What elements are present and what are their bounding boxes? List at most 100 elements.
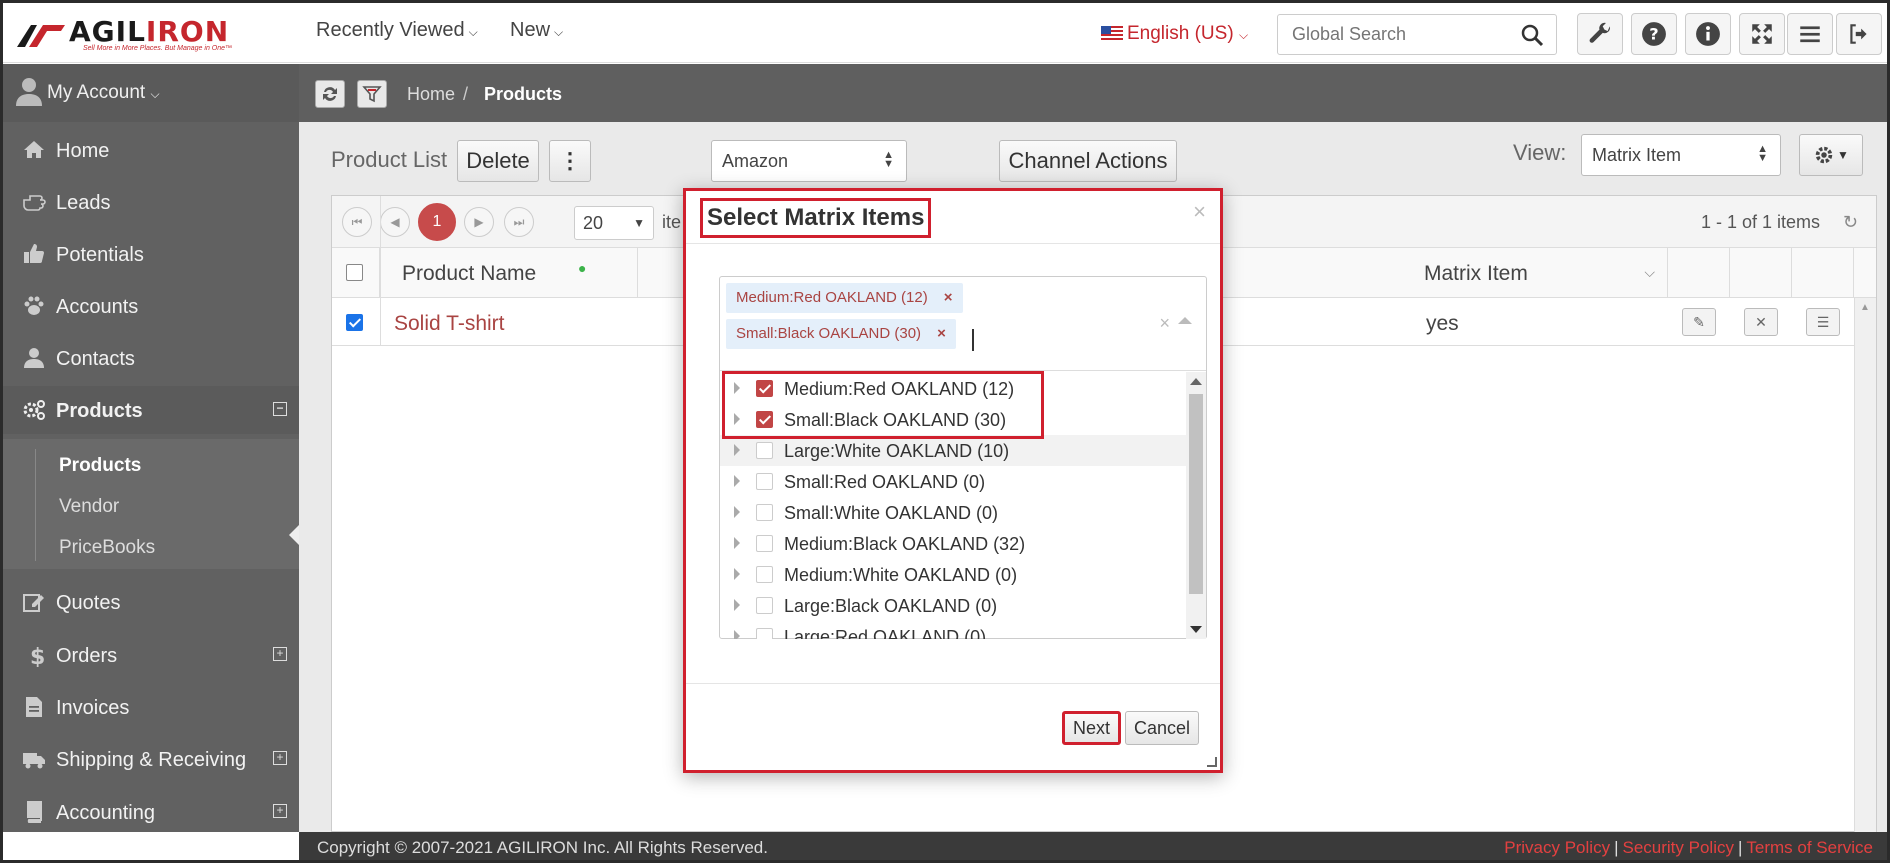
sidebar-item-potentials[interactable]: Potentials xyxy=(3,230,299,278)
collapse-dropdown-icon[interactable] xyxy=(1178,317,1192,324)
list-item[interactable]: Large:White OAKLAND (10) xyxy=(720,435,1186,466)
option-checkbox[interactable] xyxy=(756,628,773,639)
expand-arrow-icon[interactable] xyxy=(734,630,740,639)
recently-viewed-menu[interactable]: Recently Viewed ⌵ xyxy=(316,19,478,42)
privacy-policy-link[interactable]: Privacy Policy xyxy=(1504,838,1610,857)
clear-selection-icon[interactable]: × xyxy=(1159,313,1170,334)
submenu-item-products[interactable]: Products xyxy=(59,455,141,477)
option-checkbox[interactable] xyxy=(756,411,773,428)
list-item[interactable]: Medium:Black OAKLAND (32) xyxy=(720,528,1186,559)
expand-icon[interactable]: + xyxy=(273,647,287,661)
edit-row-button[interactable]: ✎ xyxy=(1682,308,1716,336)
list-item[interactable]: Medium:White OAKLAND (0) xyxy=(720,559,1186,590)
expand-icon[interactable]: + xyxy=(273,804,287,818)
row-menu-button[interactable]: ☰ xyxy=(1806,308,1840,336)
submenu-item-pricebooks[interactable]: PriceBooks xyxy=(59,537,155,559)
list-item[interactable]: Small:Red OAKLAND (0) xyxy=(720,466,1186,497)
option-checkbox[interactable] xyxy=(756,504,773,521)
list-item[interactable]: Small:White OAKLAND (0) xyxy=(720,497,1186,528)
channel-actions-button[interactable]: Channel Actions xyxy=(999,140,1177,182)
refresh-icon[interactable]: ↻ xyxy=(1843,212,1858,233)
remove-tag-icon[interactable]: × xyxy=(937,325,946,342)
prev-page-button[interactable]: ◀ xyxy=(380,207,410,237)
expand-arrow-icon[interactable] xyxy=(734,444,740,456)
first-page-button[interactable]: ⏮ xyxy=(342,207,372,237)
expand-arrow-icon[interactable] xyxy=(734,537,740,549)
expand-arrow-icon[interactable] xyxy=(734,599,740,611)
security-policy-link[interactable]: Security Policy xyxy=(1623,838,1734,857)
next-page-button[interactable]: ▶ xyxy=(464,207,494,237)
expand-arrow-icon[interactable] xyxy=(734,568,740,580)
sort-arrows-icon: ▲ ▼ xyxy=(1757,143,1768,164)
header-product-name[interactable]: Product Name ● xyxy=(380,248,638,298)
selected-tags-area[interactable]: Medium:Red OAKLAND (12) × Small:Black OAK… xyxy=(720,277,1206,371)
my-account-menu[interactable]: My Account ⌵ xyxy=(3,64,299,122)
expand-arrow-icon[interactable] xyxy=(734,413,740,425)
view-select[interactable]: Matrix Item ▲ ▼ xyxy=(1581,134,1781,176)
option-list-scrollbar[interactable] xyxy=(1186,372,1206,639)
terms-of-service-link[interactable]: Terms of Service xyxy=(1746,838,1873,857)
sidebar-item-accounts[interactable]: Accounts xyxy=(3,282,299,330)
sidebar-item-accounting[interactable]: Accounting + xyxy=(3,788,299,836)
sidebar-item-orders[interactable]: $ Orders + xyxy=(3,631,299,679)
global-search-input[interactable] xyxy=(1278,15,1508,54)
sidebar-item-shipping-receiving[interactable]: Shipping & Receiving + xyxy=(3,735,299,783)
option-checkbox[interactable] xyxy=(756,597,773,614)
option-checkbox[interactable] xyxy=(756,535,773,552)
list-item[interactable]: Large:Red OAKLAND (0) xyxy=(720,621,1186,639)
grid-scrollbar[interactable]: ▲ xyxy=(1854,298,1876,833)
page-size-select[interactable]: 20 ▼ xyxy=(574,206,654,240)
expand-arrow-icon[interactable] xyxy=(734,475,740,487)
cancel-button[interactable]: Cancel xyxy=(1125,711,1200,745)
list-item[interactable]: Small:Black OAKLAND (30) xyxy=(720,404,1186,435)
resize-handle-icon[interactable] xyxy=(1207,757,1217,767)
last-page-button[interactable]: ⏭ xyxy=(504,207,534,237)
option-checkbox[interactable] xyxy=(756,566,773,583)
select-all-checkbox[interactable] xyxy=(346,264,363,281)
row-checkbox[interactable] xyxy=(346,314,363,331)
new-menu[interactable]: New ⌵ xyxy=(510,19,563,42)
sidebar-item-home[interactable]: Home xyxy=(3,126,299,174)
more-options-button[interactable]: ⋮ xyxy=(549,140,591,182)
collapse-icon[interactable]: − xyxy=(273,402,287,416)
product-name-link[interactable]: Solid T-shirt xyxy=(394,312,505,336)
info-button[interactable] xyxy=(1685,13,1731,55)
grid-settings-button[interactable]: ▼ xyxy=(1799,134,1863,176)
language-selector[interactable]: English (US) ⌵ xyxy=(1101,23,1248,45)
option-checkbox[interactable] xyxy=(756,380,773,397)
search-icon[interactable] xyxy=(1520,23,1544,47)
delete-row-button[interactable]: ✕ xyxy=(1744,308,1778,336)
option-checkbox[interactable] xyxy=(756,442,773,459)
expand-arrow-icon[interactable] xyxy=(734,382,740,394)
next-button[interactable]: Next xyxy=(1062,711,1122,745)
submenu-item-vendor[interactable]: Vendor xyxy=(59,496,119,518)
list-item[interactable]: Medium:Red OAKLAND (12) xyxy=(720,373,1186,404)
list-item[interactable]: Large:Black OAKLAND (0) xyxy=(720,590,1186,621)
remove-tag-icon[interactable]: × xyxy=(944,289,953,306)
scroll-down-icon[interactable] xyxy=(1190,626,1202,633)
header-matrix-item[interactable]: Matrix Item ⌵ xyxy=(1402,248,1668,298)
delete-button[interactable]: Delete xyxy=(457,140,539,182)
expand-icon[interactable]: + xyxy=(273,751,287,765)
current-page[interactable]: 1 xyxy=(418,203,456,241)
sidebar-item-leads[interactable]: Leads xyxy=(3,178,299,226)
help-button[interactable]: ? xyxy=(1631,13,1677,55)
agiliron-logo[interactable]: AGILIRON Sell More in More Places. But M… xyxy=(17,15,235,55)
fullscreen-button[interactable] xyxy=(1739,13,1785,55)
expand-arrow-icon[interactable] xyxy=(734,506,740,518)
sidebar-item-invoices[interactable]: Invoices xyxy=(3,683,299,731)
sidebar-item-contacts[interactable]: Contacts xyxy=(3,334,299,382)
sidebar-item-quotes[interactable]: Quotes xyxy=(3,578,299,626)
settings-wrench-button[interactable] xyxy=(1577,13,1623,55)
option-checkbox[interactable] xyxy=(756,473,773,490)
filter-button[interactable] xyxy=(357,80,387,108)
scroll-up-icon[interactable] xyxy=(1190,378,1202,385)
modal-close-icon[interactable]: × xyxy=(1193,199,1206,225)
refresh-button[interactable] xyxy=(315,80,345,108)
scrollbar-thumb[interactable] xyxy=(1189,394,1203,594)
breadcrumb-home[interactable]: Home xyxy=(407,84,455,105)
logout-button[interactable] xyxy=(1836,13,1882,55)
channel-select[interactable]: Amazon ▲ ▼ xyxy=(711,140,907,182)
sidebar-item-products[interactable]: Products − xyxy=(3,386,299,434)
menu-button[interactable] xyxy=(1787,13,1833,55)
